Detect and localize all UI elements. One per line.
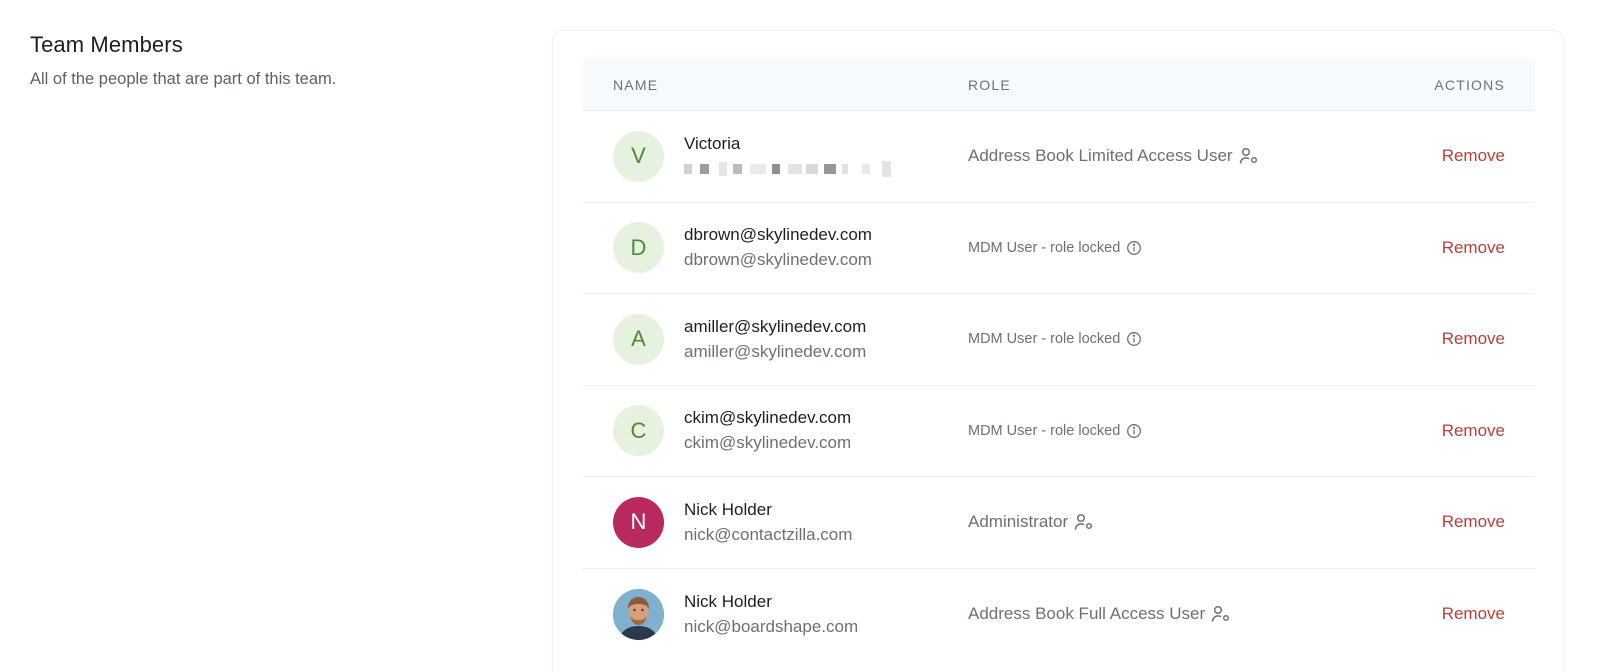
remove-button[interactable]: Remove: [1442, 238, 1505, 257]
avatar: C: [613, 405, 664, 457]
redacted-email: [684, 157, 891, 181]
role-cell: MDM User - role locked: [968, 331, 1375, 347]
action-cell: Remove: [1375, 604, 1535, 624]
table-row: Nick Holder nick@boardshape.com Address …: [583, 569, 1535, 661]
avatar: D: [613, 222, 664, 274]
table-row: A amiller@skylinedev.com amiller@skyline…: [583, 294, 1535, 386]
role-label: MDM User - role locked: [968, 422, 1121, 439]
action-cell: Remove: [1375, 146, 1535, 166]
header-name: NAME: [613, 76, 659, 93]
role-label: MDM User - role locked: [968, 239, 1121, 256]
action-cell: Remove: [1375, 238, 1535, 258]
member-name: Victoria: [684, 133, 741, 153]
section-description: All of the people that are part of this …: [30, 70, 337, 88]
role-label: Address Book Full Access User: [968, 604, 1206, 624]
header-actions: ACTIONS: [1434, 76, 1505, 93]
table-header: NAME ROLE ACTIONS: [583, 59, 1535, 111]
member-name: dbrown@skylinedev.com: [684, 225, 872, 245]
table-row: N Nick Holder nick@contactzilla.com Admi…: [583, 477, 1535, 569]
role-cell: Address Book Full Access User: [968, 604, 1375, 624]
role-cell: MDM User - role locked: [968, 240, 1375, 256]
remove-button[interactable]: Remove: [1442, 329, 1505, 348]
member-email: nick@boardshape.com: [684, 616, 859, 636]
avatar: N: [613, 496, 664, 548]
member-email: dbrown@skylinedev.com: [684, 250, 872, 270]
section-intro: Team Members All of the people that are …: [30, 30, 510, 90]
member-email: nick@contactzilla.com: [684, 524, 853, 544]
avatar-initial: A: [631, 326, 646, 352]
role-label: MDM User - role locked: [968, 331, 1121, 348]
remove-button[interactable]: Remove: [1442, 146, 1505, 165]
member-name: Nick Holder: [684, 499, 772, 519]
avatar-initial: C: [630, 417, 647, 443]
action-cell: Remove: [1375, 329, 1535, 349]
table-row: V Victoria Address Book Limited Access U…: [583, 111, 1535, 203]
user-gear-icon[interactable]: [1211, 605, 1231, 623]
member-cell: D dbrown@skylinedev.com dbrown@skylinede…: [583, 222, 968, 274]
member-cell: A amiller@skylinedev.com amiller@skyline…: [583, 313, 968, 365]
info-icon[interactable]: [1126, 331, 1142, 347]
role-cell: Address Book Limited Access User: [968, 146, 1375, 166]
avatar-photo: [613, 588, 664, 640]
member-name: amiller@skylinedev.com: [684, 316, 867, 336]
team-members-card: NAME ROLE ACTIONS V Victoria Address Boo…: [552, 30, 1564, 672]
user-gear-icon[interactable]: [1074, 513, 1094, 531]
user-gear-icon[interactable]: [1239, 147, 1259, 165]
header-role: ROLE: [968, 76, 1011, 93]
section-title: Team Members: [30, 32, 183, 57]
member-cell: Nick Holder nick@boardshape.com: [583, 588, 968, 640]
info-icon[interactable]: [1126, 240, 1142, 256]
member-email: ckim@skylinedev.com: [684, 433, 852, 453]
role-cell: MDM User - role locked: [968, 423, 1375, 439]
role-cell: Administrator: [968, 512, 1375, 532]
role-label: Address Book Limited Access User: [968, 146, 1233, 166]
member-cell: V Victoria: [583, 130, 968, 182]
member-name: Nick Holder: [684, 591, 772, 611]
avatar-initial: V: [631, 143, 646, 169]
member-cell: N Nick Holder nick@contactzilla.com: [583, 496, 968, 548]
team-members-table: NAME ROLE ACTIONS V Victoria Address Boo…: [583, 59, 1535, 660]
remove-button[interactable]: Remove: [1442, 604, 1505, 623]
table-row: C ckim@skylinedev.com ckim@skylinedev.co…: [583, 386, 1535, 477]
action-cell: Remove: [1375, 421, 1535, 441]
remove-button[interactable]: Remove: [1442, 512, 1505, 531]
member-name: ckim@skylinedev.com: [684, 408, 852, 428]
avatar-initial: D: [630, 234, 647, 260]
role-label: Administrator: [968, 512, 1069, 532]
member-cell: C ckim@skylinedev.com ckim@skylinedev.co…: [583, 405, 968, 457]
table-row: D dbrown@skylinedev.com dbrown@skylinede…: [583, 203, 1535, 294]
action-cell: Remove: [1375, 512, 1535, 532]
remove-button[interactable]: Remove: [1442, 421, 1505, 440]
avatar-initial: N: [630, 509, 647, 535]
member-email: amiller@skylinedev.com: [684, 341, 867, 361]
avatar: V: [613, 130, 664, 182]
avatar: A: [613, 313, 664, 365]
info-icon[interactable]: [1126, 423, 1142, 439]
